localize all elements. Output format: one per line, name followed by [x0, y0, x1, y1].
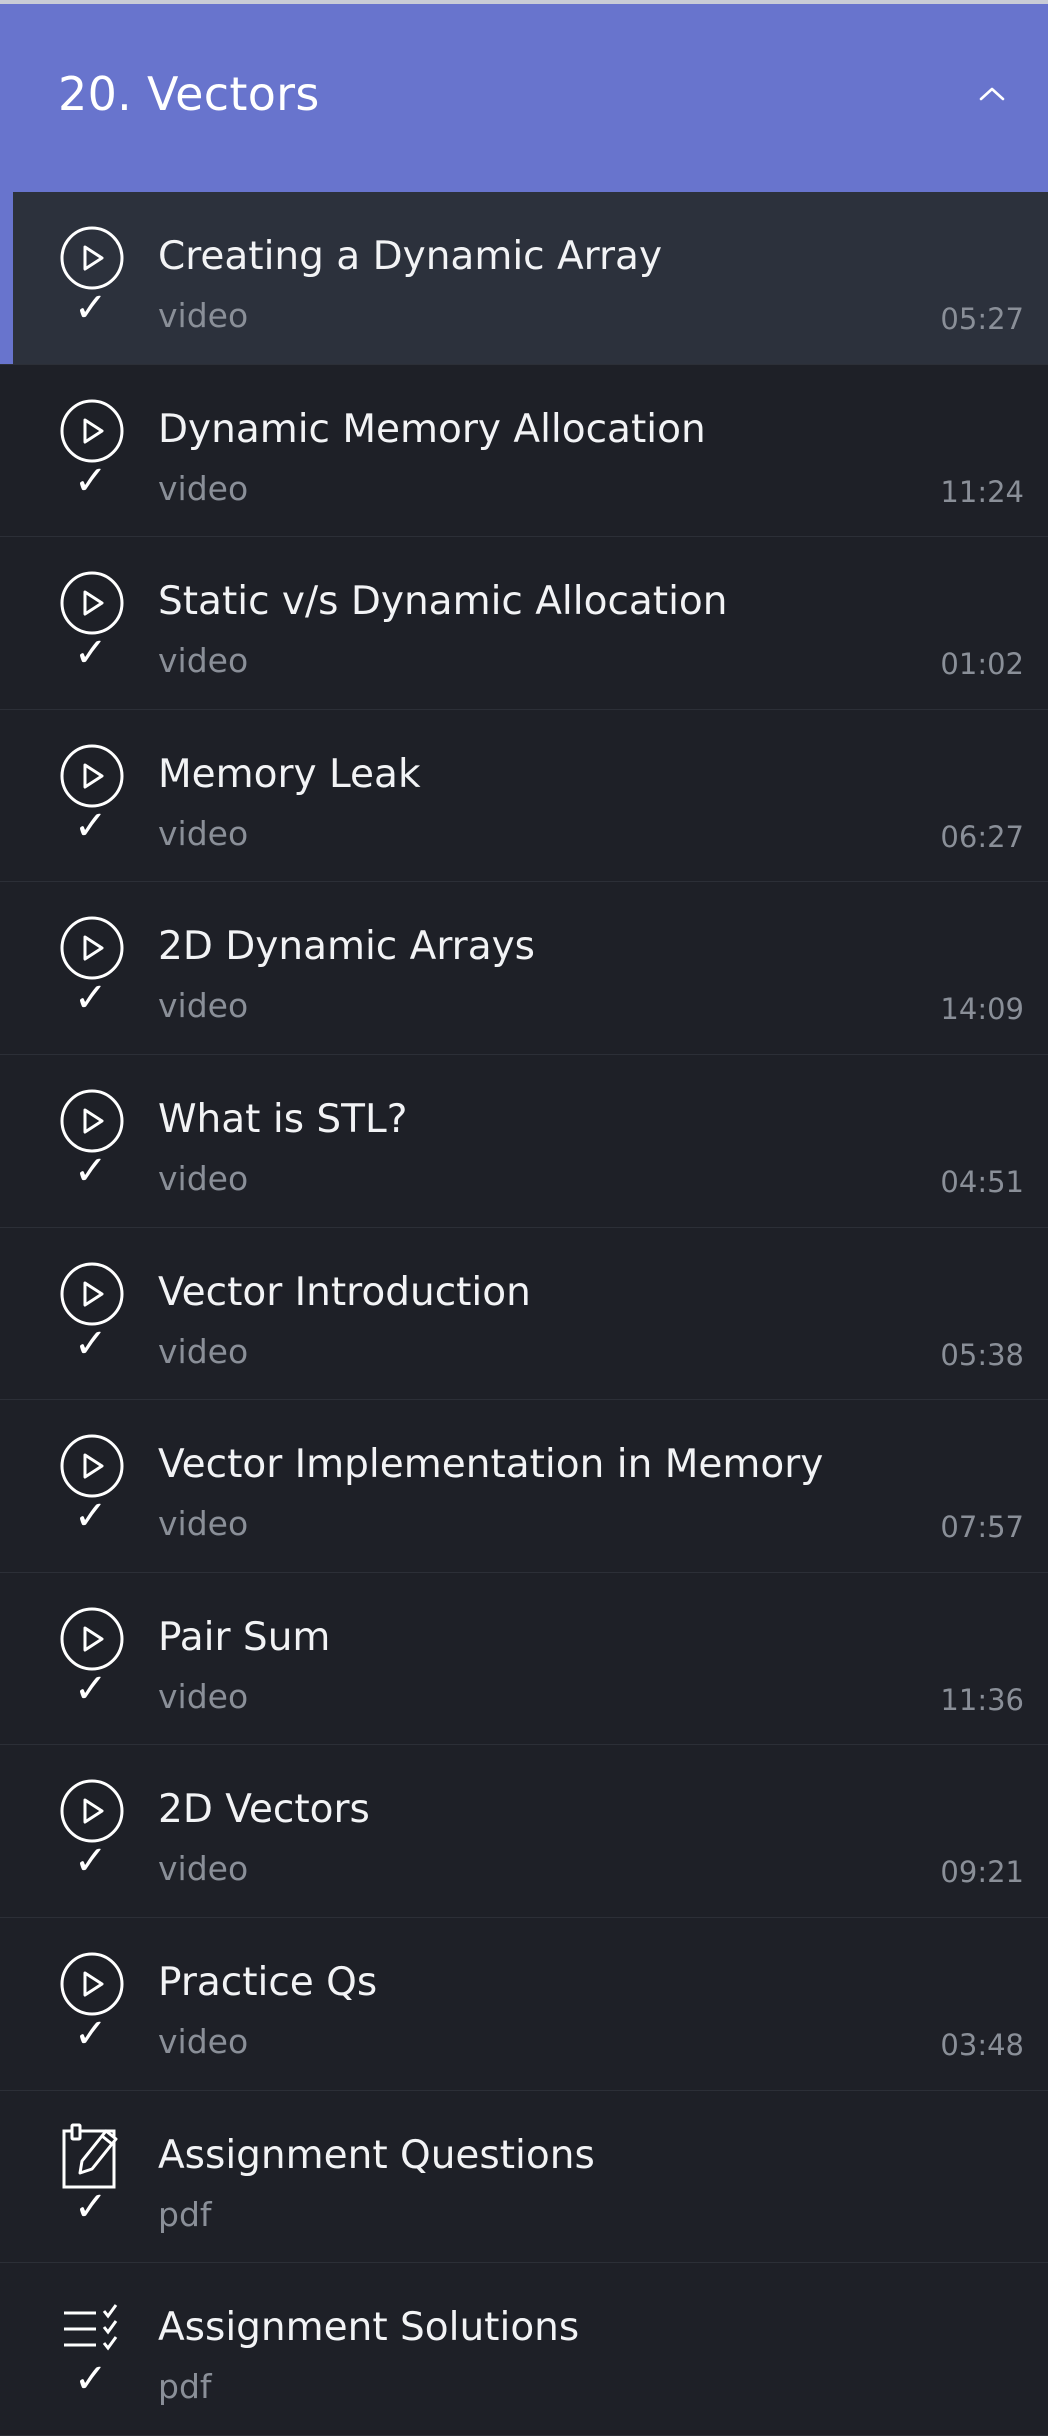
lesson-duration: 04:51 [940, 1164, 1024, 1199]
completed-check-icon: ✓ [74, 1665, 108, 1712]
chevron-up-icon[interactable] [964, 66, 1020, 122]
lesson-item[interactable]: ✓ Dynamic Memory Allocation video 11:24 [0, 365, 1048, 538]
completed-check-icon: ✓ [74, 285, 108, 331]
play-circle-icon [58, 1087, 126, 1155]
lesson-duration: 03:48 [940, 2027, 1024, 2062]
section-header[interactable]: 20. Vectors [0, 4, 1048, 192]
play-circle-icon [58, 1605, 126, 1673]
lesson-title: Dynamic Memory Allocation [158, 406, 706, 452]
completed-check-icon: ✓ [74, 1493, 108, 1540]
play-circle-icon [58, 1260, 126, 1328]
play-circle-icon [58, 224, 126, 292]
lesson-duration: 09:21 [940, 1855, 1024, 1890]
lesson-title: Pair Sum [158, 1614, 331, 1660]
lesson-item[interactable]: ✓ Static v/s Dynamic Allocation video 01:02 [0, 537, 1048, 710]
play-circle-icon [58, 742, 126, 810]
lesson-title: Static v/s Dynamic Allocation [158, 579, 728, 625]
play-circle-icon [58, 569, 126, 637]
lesson-duration: 01:02 [940, 647, 1024, 682]
lesson-type: video [158, 986, 249, 1026]
completed-check-icon: ✓ [74, 2356, 108, 2403]
completed-check-icon: ✓ [74, 1147, 108, 1194]
lesson-item[interactable]: ✓ Assignment Solutions pdf [0, 2263, 1048, 2436]
completed-check-icon: ✓ [74, 457, 108, 504]
lesson-title: Memory Leak [158, 751, 421, 797]
lesson-duration: 11:24 [940, 474, 1024, 509]
lesson-type: video [158, 1331, 249, 1371]
lesson-type: video [158, 1849, 249, 1889]
play-circle-icon [58, 397, 126, 465]
completed-check-icon: ✓ [74, 975, 108, 1022]
lesson-title: Vector Implementation in Memory [158, 1442, 824, 1488]
lesson-item[interactable]: ✓ 2D Vectors video 09:21 [0, 1745, 1048, 1918]
lesson-type: video [158, 641, 249, 681]
lesson-item[interactable]: ✓ Vector Introduction video 05:38 [0, 1228, 1048, 1401]
lesson-list: ✓ Creating a Dynamic Array video 05:27 ✓ Dyna… [0, 192, 1048, 2436]
lesson-title: 2D Vectors [158, 1787, 370, 1833]
lesson-type: video [158, 1158, 249, 1198]
lesson-title: Assignment Questions [158, 2132, 595, 2178]
lesson-type: video [158, 296, 249, 335]
completed-check-icon: ✓ [74, 2183, 108, 2230]
lesson-item[interactable]: ✓ 2D Dynamic Arrays video 14:09 [0, 882, 1048, 1055]
play-circle-icon [58, 1432, 126, 1500]
lesson-title: What is STL? [158, 1096, 408, 1142]
completed-check-icon: ✓ [74, 630, 108, 677]
lesson-type: video [158, 1676, 249, 1716]
lesson-duration: 05:38 [940, 1337, 1024, 1372]
lesson-title: 2D Dynamic Arrays [158, 924, 535, 970]
completed-check-icon: ✓ [74, 1320, 108, 1367]
lesson-item[interactable]: ✓ What is STL? video 04:51 [0, 1055, 1048, 1228]
lesson-duration: 14:09 [940, 992, 1024, 1027]
lesson-duration: 11:36 [940, 1682, 1024, 1717]
completed-check-icon: ✓ [74, 1838, 108, 1885]
play-circle-icon [58, 1950, 126, 2018]
checklist-icon [58, 2295, 126, 2363]
lesson-type: video [158, 2021, 249, 2061]
clipboard-edit-icon [58, 2123, 126, 2191]
play-circle-icon [58, 914, 126, 982]
lesson-item[interactable]: ✓ Vector Implementation in Memory video 07:… [0, 1400, 1048, 1573]
lesson-item[interactable]: ✓ Practice Qs video 03:48 [0, 1918, 1048, 2091]
lesson-item[interactable]: ✓ Memory Leak video 06:27 [0, 710, 1048, 883]
completed-check-icon: ✓ [74, 2010, 108, 2057]
lesson-item[interactable]: ✓ Pair Sum video 11:36 [0, 1573, 1048, 1746]
lesson-duration: 05:27 [940, 302, 1024, 336]
lesson-title: Practice Qs [158, 1959, 378, 2005]
lesson-duration: 07:57 [940, 1510, 1024, 1545]
lesson-type: video [158, 468, 249, 508]
completed-check-icon: ✓ [74, 802, 108, 849]
section-title: 20. Vectors [58, 67, 320, 121]
lesson-title: Vector Introduction [158, 1269, 531, 1315]
lesson-type: pdf [158, 2194, 212, 2234]
lesson-type: video [158, 1504, 249, 1544]
lesson-item[interactable]: ✓ Creating a Dynamic Array video 05:27 [0, 192, 1048, 365]
lesson-duration: 06:27 [940, 819, 1024, 854]
lesson-type: pdf [158, 2367, 212, 2407]
lesson-title: Creating a Dynamic Array [158, 234, 663, 279]
lesson-title: Assignment Solutions [158, 2305, 580, 2351]
lesson-item[interactable]: ✓ Assignment Questions pdf [0, 2091, 1048, 2264]
play-circle-icon [58, 1777, 126, 1845]
lesson-type: video [158, 813, 249, 853]
